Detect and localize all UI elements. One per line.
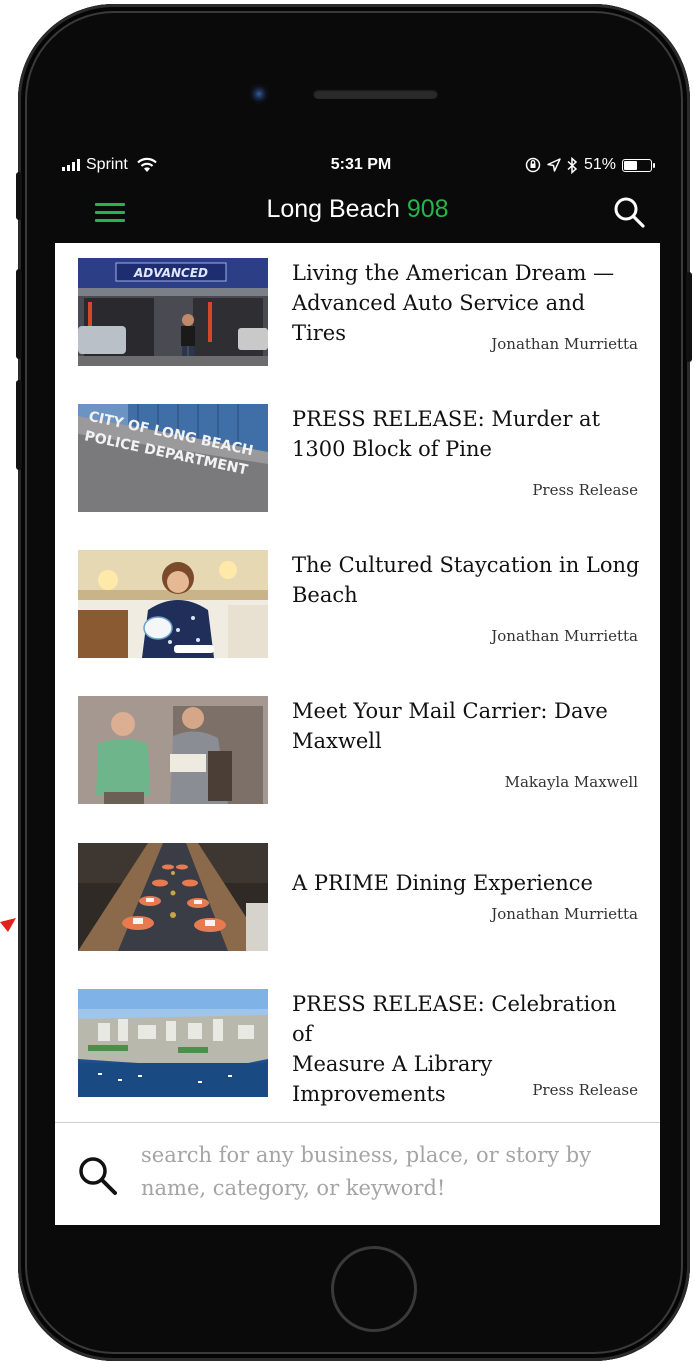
- article-thumbnail: [78, 696, 268, 804]
- nav-bar: Long Beach 908: [55, 185, 660, 243]
- article-item[interactable]: A PRIME Dining Experience Jonathan Murri…: [78, 843, 648, 953]
- article-title: The Cultured Staycation in Long Beach: [292, 550, 642, 610]
- home-button[interactable]: [331, 1246, 417, 1332]
- article-title-line: Measure A Library: [292, 1052, 493, 1076]
- article-item[interactable]: PRESS RELEASE: Celebration of Measure A …: [78, 989, 648, 1119]
- article-title: PRESS RELEASE: Murder at 1300 Block of P…: [292, 404, 642, 464]
- article-title: Meet Your Mail Carrier: Dave Maxwell: [292, 696, 642, 756]
- article-item[interactable]: The Cultured Staycation in Long Beach Jo…: [78, 550, 648, 660]
- article-title-line: 1300 Block of Pine: [292, 437, 492, 461]
- red-arrow-marker: [0, 918, 16, 932]
- search-icon[interactable]: [77, 1155, 119, 1197]
- volume-up-button: [16, 269, 22, 359]
- article-author: Makayla Maxwell: [504, 773, 638, 791]
- search-input[interactable]: [141, 1139, 621, 1209]
- article-list: ADVANCED Living the American Dream — Adv…: [55, 243, 660, 1225]
- article-item[interactable]: CITY OF LONG BEACH POLICE DEPARTMENT PRE…: [78, 404, 648, 514]
- app-title: Long Beach 908: [55, 195, 660, 224]
- article-title-line: PRESS RELEASE: Celebration of: [292, 992, 617, 1046]
- article-title-line: Living the American Dream —: [292, 261, 615, 285]
- battery-icon: [622, 158, 655, 172]
- battery-percent: 51%: [583, 156, 616, 173]
- article-title-line: Maxwell: [292, 729, 382, 753]
- status-right: 51%: [525, 156, 655, 174]
- article-item[interactable]: ADVANCED Living the American Dream — Adv…: [78, 258, 648, 368]
- article-author: Jonathan Murrietta: [491, 335, 638, 353]
- volume-down-button: [16, 380, 22, 470]
- article-author: Press Release: [532, 1081, 638, 1099]
- article-thumbnail: [78, 550, 268, 658]
- article-author: Press Release: [532, 481, 638, 499]
- article-author: Jonathan Murrietta: [491, 905, 638, 923]
- article-thumbnail: ADVANCED: [78, 258, 268, 366]
- front-camera: [249, 84, 269, 104]
- article-title-line: A PRIME Dining Experience: [292, 871, 593, 895]
- article-thumbnail: [78, 843, 268, 951]
- search-icon[interactable]: [612, 195, 646, 229]
- power-button: [686, 272, 692, 362]
- article-thumbnail: CITY OF LONG BEACH POLICE DEPARTMENT: [78, 404, 268, 512]
- bluetooth-icon: [567, 156, 578, 174]
- sign-text: ADVANCED: [133, 266, 208, 280]
- bottom-search-bar: [55, 1122, 660, 1225]
- location-arrow-icon: [547, 158, 561, 172]
- status-bar: Sprint 5:31 PM 51%: [62, 150, 660, 180]
- article-author: Jonathan Murrietta: [491, 627, 638, 645]
- article-title-line: Meet Your Mail Carrier: Dave: [292, 699, 608, 723]
- article-item[interactable]: Meet Your Mail Carrier: Dave Maxwell Mak…: [78, 696, 648, 806]
- article-thumbnail: [78, 989, 268, 1097]
- mute-switch: [16, 172, 22, 220]
- app-title-accent: 908: [406, 195, 449, 223]
- battery-fill: [624, 160, 638, 170]
- article-title-line: PRESS RELEASE: Murder at: [292, 407, 601, 431]
- article-title-line: Beach: [292, 583, 358, 607]
- app-title-main: Long Beach: [266, 195, 400, 223]
- article-title: A PRIME Dining Experience: [292, 868, 642, 898]
- article-title-line: The Cultured Staycation in Long: [292, 553, 640, 577]
- earpiece-speaker: [313, 89, 438, 99]
- orientation-lock-icon: [525, 157, 541, 173]
